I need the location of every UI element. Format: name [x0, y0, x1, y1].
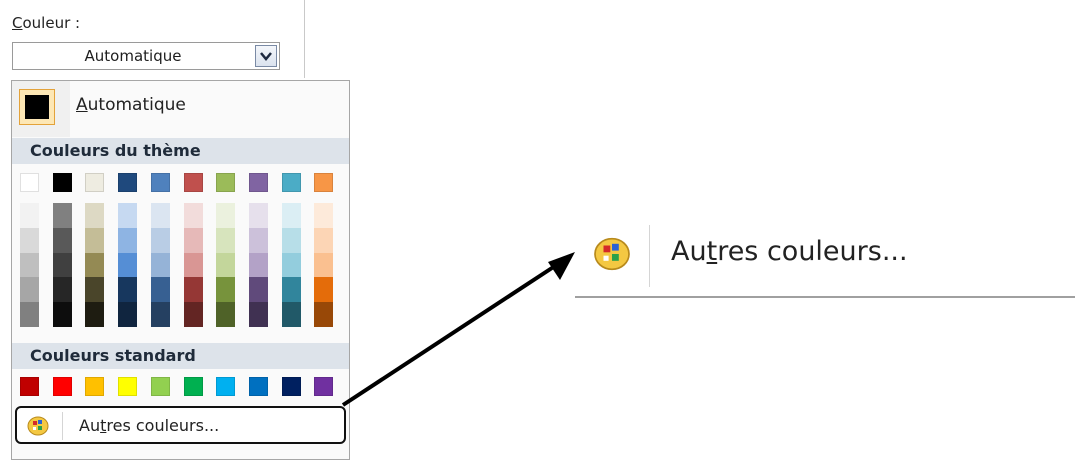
- color-palette-icon: [594, 237, 630, 271]
- zoom-baseline: [575, 296, 1075, 298]
- zoom-more-colors-label: Autres couleurs...: [671, 236, 908, 267]
- zoom-separator: [649, 225, 650, 287]
- zoom-accesskey: t: [706, 236, 718, 267]
- zoom-text-b: res couleurs...: [717, 236, 908, 267]
- more-colors-zoom-callout: Autres couleurs...: [575, 215, 1075, 298]
- zoom-text-a: Au: [671, 236, 707, 267]
